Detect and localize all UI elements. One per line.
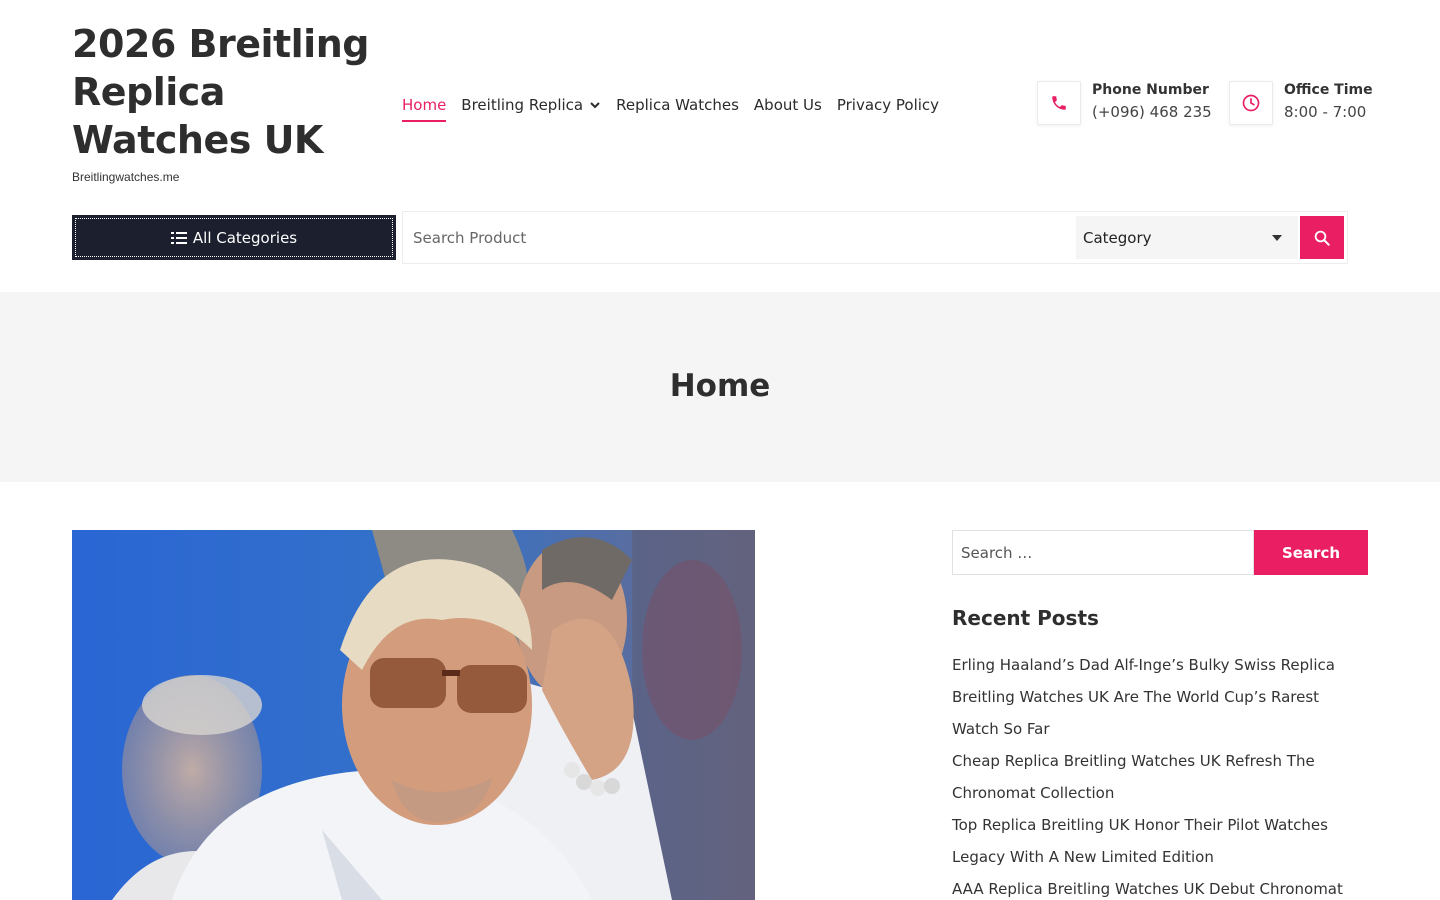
recent-post-link[interactable]: Cheap Replica Breitling Watches UK Refre… [952,745,1368,777]
site-title[interactable]: 2026 Breitling Replica Watches UK [72,20,372,164]
sidebar-search-form: Search [952,530,1368,575]
product-search-input[interactable] [403,212,1073,263]
nav-item-label: Privacy Policy [836,96,940,114]
nav-item-privacy-policy[interactable]: Privacy Policy [837,90,939,120]
nav-item-label: Home [402,96,447,114]
nav-item-home[interactable]: Home [402,90,447,122]
featured-image-illustration [72,530,755,900]
page-title: Home [669,368,771,404]
office-time: Office Time 8:00 - 7:00 [1229,81,1373,125]
office-value: 8:00 - 7:00 [1284,103,1367,121]
nav-item-about-us[interactable]: About Us [754,90,822,120]
phone-contact: Phone Number (+096) 468 235 [1037,81,1212,125]
nav-item-label: Replica Watches [616,96,739,114]
nav-item-replica-watches[interactable]: Replica Watches [616,90,739,120]
list-icon [170,231,187,244]
recent-post-link[interactable]: Chronomat Collection [952,777,1368,809]
sidebar-search-button[interactable]: Search [1254,530,1368,575]
featured-post-image[interactable] [72,530,755,900]
main-navigation: Home Breitling Replica Replica Watches A… [402,90,954,122]
phone-value: (+096) 468 235 [1092,103,1212,121]
recent-post-link[interactable]: Legacy With A New Limited Edition [952,841,1368,873]
site-description: Breitlingwatches.me [72,170,180,184]
recent-posts-title: Recent Posts [952,606,1099,630]
nav-item-label: About Us [753,96,822,114]
product-search-bar: Category [402,211,1348,264]
recent-post-link[interactable]: Breitling Watches UK Are The World Cup’s… [952,681,1368,713]
all-categories-label: All Categories [192,228,298,247]
nav-item-label: Breitling Replica [461,96,584,114]
category-select-value: Category [1083,228,1152,247]
recent-post-link[interactable]: Watch So Far [952,713,1368,745]
category-select[interactable]: Category [1076,216,1298,259]
phone-icon [1037,81,1081,125]
recent-post-link[interactable]: Erling Haaland’s Dad Alf-Inge’s Bulky Sw… [952,649,1368,681]
recent-posts-list: Erling Haaland’s Dad Alf-Inge’s Bulky Sw… [952,649,1368,900]
nav-item-breitling-replica[interactable]: Breitling Replica [461,90,601,120]
office-label: Office Time [1284,82,1373,98]
chevron-down-icon [590,102,600,109]
clock-icon [1229,81,1273,125]
recent-post-link[interactable]: AAA Replica Breitling Watches UK Debut C… [952,873,1368,900]
product-search-button[interactable] [1300,216,1344,259]
caret-down-icon [1272,235,1282,241]
page-banner: Home [0,292,1440,482]
all-categories-button[interactable]: All Categories [72,215,396,260]
recent-post-link[interactable]: Top Replica Breitling UK Honor Their Pil… [952,809,1368,841]
phone-label: Phone Number [1092,82,1209,98]
search-icon [1314,230,1330,246]
sidebar-search-input[interactable] [952,530,1254,575]
